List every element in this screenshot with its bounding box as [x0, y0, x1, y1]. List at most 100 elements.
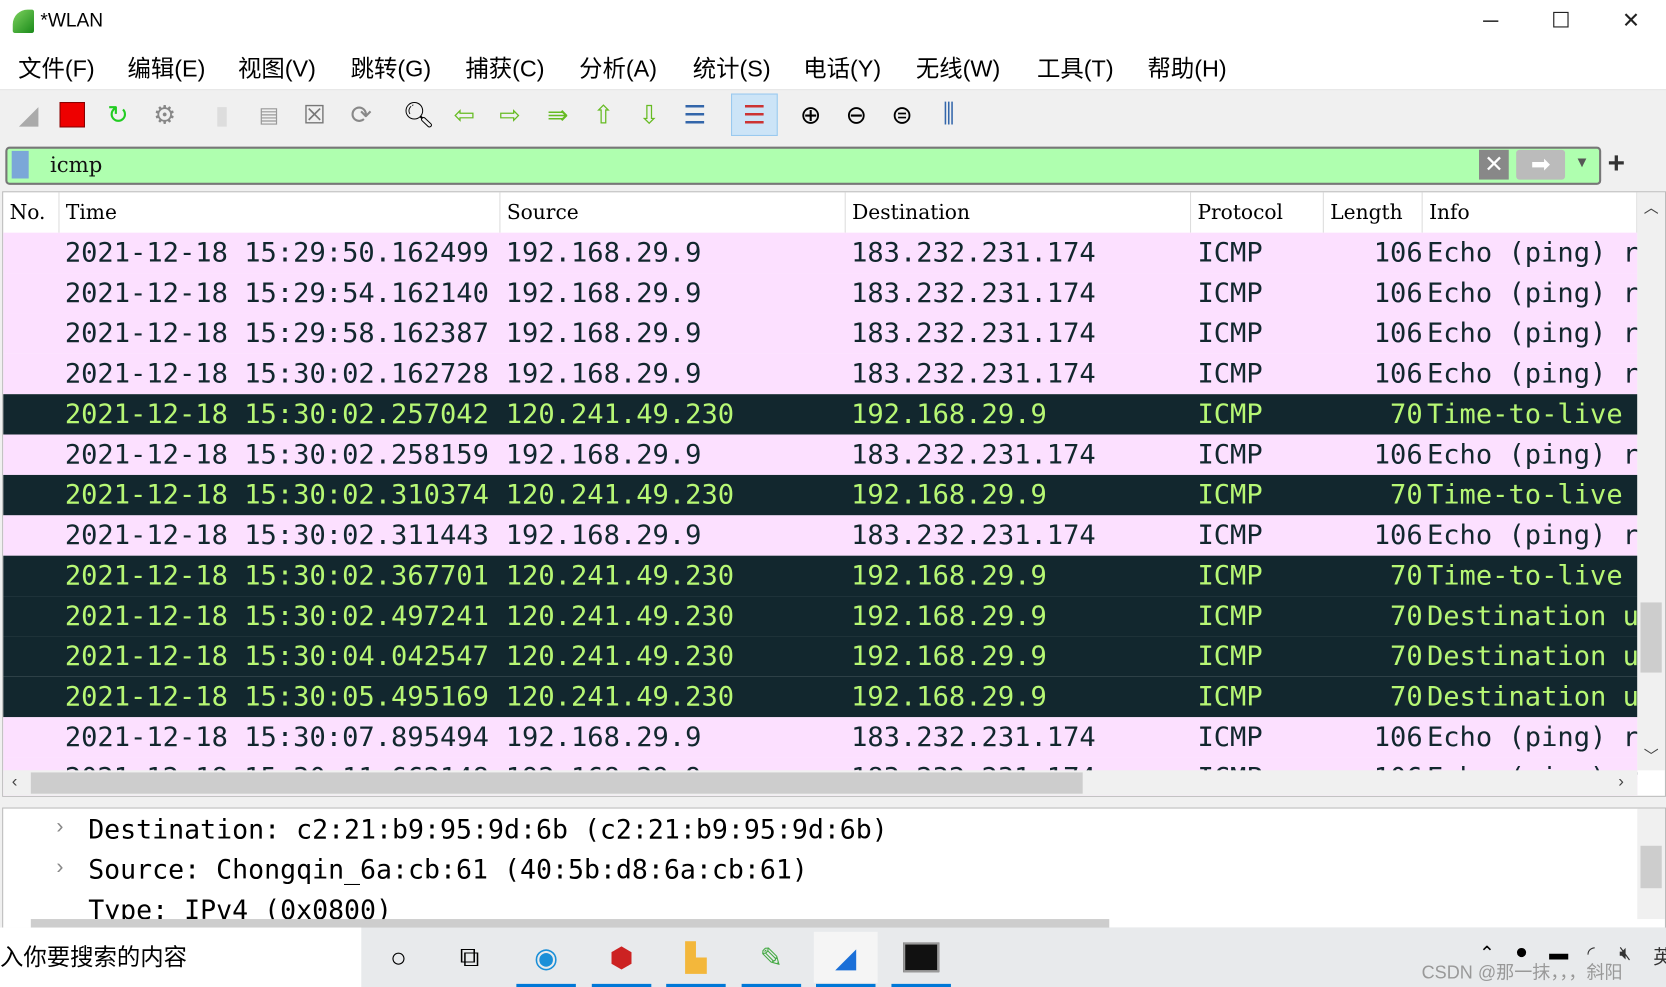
column-header-protocol[interactable]: Protocol — [1191, 192, 1324, 233]
game-app-icon[interactable]: ⬢ — [590, 936, 654, 987]
open-file-icon[interactable]: ▮ — [204, 97, 240, 133]
packet-row[interactable]: 2021-12-18 15:30:02.258159 192.168.29.9 18… — [3, 434, 1638, 475]
volume-muted-icon[interactable]: 🔇︎ — [1619, 942, 1631, 964]
packet-row[interactable]: 2021-12-18 15:29:58.162387 192.168.29.9 18… — [3, 313, 1638, 354]
zoom-out-icon[interactable]: ⊖ — [838, 97, 874, 133]
menu-file[interactable]: 文件(F) — [18, 50, 95, 84]
wifi-icon[interactable]: ◜ — [1587, 942, 1594, 964]
column-header-time[interactable]: Time — [60, 192, 501, 233]
auto-scroll-icon[interactable]: ☰ — [677, 97, 713, 133]
filter-dropdown-icon[interactable]: ▼ — [1575, 153, 1590, 170]
packet-list-horizontal-scrollbar[interactable]: ‹ › — [3, 770, 1638, 796]
packet-row[interactable]: 2021-12-18 15:30:02.257042 120.241.49.230… — [3, 394, 1638, 435]
detail-line[interactable]: Destination: c2:21:b9:95:9d:6b (c2:21:b9… — [88, 814, 888, 845]
stop-capture-icon[interactable] — [54, 97, 90, 133]
column-header-info[interactable]: Info — [1423, 192, 1638, 233]
packet-row[interactable]: 2021-12-18 15:30:04.042547 120.241.49.230… — [3, 636, 1638, 677]
terminal-icon[interactable] — [889, 936, 953, 987]
zoom-in-icon[interactable]: ⊕ — [793, 97, 829, 133]
scroll-left-icon[interactable]: ‹ — [12, 772, 18, 791]
restart-capture-icon[interactable]: ↻ — [100, 97, 136, 133]
packet-len-cell: 106 — [1373, 438, 1423, 471]
last-packet-icon[interactable]: ⇩ — [631, 97, 667, 133]
file-binary-icon[interactable]: ▤ — [251, 97, 287, 133]
display-filter-input[interactable]: icmp ✕ ➡ ▼ — [5, 146, 1602, 185]
packet-row[interactable]: 2021-12-18 15:30:02.311443 192.168.29.9 18… — [3, 515, 1638, 556]
packet-row[interactable]: 2021-12-18 15:30:05.495169 120.241.49.230… — [3, 676, 1638, 718]
menu-help[interactable]: 帮助(H) — [1148, 50, 1227, 84]
details-vertical-scrollbar[interactable] — [1637, 808, 1665, 920]
capture-options-gear-icon[interactable]: ⚙ — [147, 97, 183, 133]
maximize-button[interactable]: ☐ — [1526, 4, 1596, 38]
packet-len-cell: 106 — [1373, 519, 1423, 552]
find-packet-magnifier-icon[interactable]: 🔍︎ — [401, 97, 437, 133]
expand-arrow-icon[interactable]: › — [56, 855, 63, 879]
column-header-destination[interactable]: Destination — [846, 192, 1192, 233]
go-forward-arrow-icon[interactable]: ⇨ — [492, 97, 528, 133]
show-hidden-icons-chevron-icon[interactable]: ⌃ — [1479, 942, 1495, 964]
menu-go[interactable]: 跳转(G) — [351, 50, 432, 84]
details-horizontal-scrollbar[interactable] — [30, 919, 1110, 928]
wireshark-window: *WLAN ─ ☐ ✕ 文件(F) 编辑(E) 视图(V) 跳转(G) 捕获(C… — [0, 0, 1666, 987]
taskbar-search-input[interactable]: 入你要搜索的内容 — [0, 927, 362, 987]
cortana-circle-icon[interactable]: ○ — [367, 936, 431, 979]
battery-icon[interactable]: ▬ — [1549, 942, 1568, 964]
menu-tools[interactable]: 工具(T) — [1037, 50, 1114, 84]
packet-list: No. Time Source Destination Protocol Len… — [2, 191, 1666, 797]
minimize-button[interactable]: ─ — [1456, 4, 1526, 38]
column-header-source[interactable]: Source — [500, 192, 846, 233]
packet-row[interactable]: 2021-12-18 15:29:54.162140 192.168.29.9 18… — [3, 273, 1638, 314]
reload-file-icon[interactable]: ⟳ — [343, 97, 379, 133]
apply-filter-icon[interactable]: ➡ — [1516, 149, 1566, 180]
hscrollbar-thumb[interactable] — [30, 772, 1083, 794]
notepad-app-icon[interactable]: ✎ — [740, 936, 804, 987]
scrollbar-thumb[interactable] — [1640, 845, 1662, 889]
packet-row[interactable]: 2021-12-18 15:29:50.162499 192.168.29.9 18… — [3, 232, 1638, 274]
task-view-icon[interactable]: ⧉ — [438, 936, 502, 979]
add-filter-button[interactable]: + — [1608, 147, 1625, 181]
clear-filter-icon[interactable]: ✕ — [1479, 149, 1509, 180]
title-bar: *WLAN ─ ☐ ✕ — [0, 0, 1666, 43]
qq-penguin-icon[interactable]: ● — [1515, 940, 1528, 964]
scroll-down-icon[interactable]: ﹀ — [1644, 745, 1659, 766]
detail-line[interactable]: Source: Chongqin_6a:cb:61 (40:5b:d8:6a:c… — [88, 854, 808, 885]
menu-telephony[interactable]: 电话(Y) — [803, 50, 881, 84]
expand-arrow-icon[interactable]: › — [56, 815, 63, 839]
packet-row[interactable]: 2021-12-18 15:30:02.162728 192.168.29.9 18… — [3, 353, 1638, 395]
menu-statistics[interactable]: 统计(S) — [693, 50, 771, 84]
packet-row[interactable]: 2021-12-18 15:30:02.310374 120.241.49.230… — [3, 474, 1638, 516]
close-button[interactable]: ✕ — [1596, 4, 1666, 38]
filter-text[interactable]: icmp — [50, 152, 102, 178]
zoom-normal-icon[interactable]: ⊜ — [884, 97, 920, 133]
first-packet-icon[interactable]: ⇧ — [585, 97, 621, 133]
scroll-right-icon[interactable]: › — [1618, 772, 1624, 791]
scroll-up-icon[interactable]: ︿ — [1644, 197, 1659, 218]
go-back-arrow-icon[interactable]: ⇦ — [446, 97, 482, 133]
edge-browser-icon[interactable]: ◉ — [514, 936, 578, 987]
column-header-length[interactable]: Length — [1324, 192, 1423, 233]
packet-row[interactable]: 2021-12-18 15:30:07.895494 192.168.29.9 18… — [3, 717, 1638, 758]
packet-list-vertical-scrollbar[interactable]: ︿ ﹀ — [1637, 192, 1665, 771]
menu-edit[interactable]: 编辑(E) — [128, 50, 206, 84]
menu-wireless[interactable]: 无线(W) — [916, 50, 1000, 84]
scrollbar-thumb[interactable] — [1640, 602, 1662, 673]
start-capture-icon[interactable]: ◢ — [11, 97, 47, 133]
go-to-packet-icon[interactable]: ⇛ — [540, 97, 576, 133]
file-explorer-folder-icon[interactable]: ▙ — [664, 936, 728, 987]
ime-indicator[interactable]: 英 — [1653, 942, 1666, 970]
wireshark-taskbar-icon[interactable]: ◢ — [813, 931, 878, 987]
packet-src-cell: 192.168.29.9 — [505, 438, 702, 471]
packet-row[interactable]: 2021-12-18 15:30:02.497241 120.241.49.230… — [3, 596, 1638, 637]
colorize-icon[interactable]: ☰ — [731, 93, 778, 136]
bookmark-icon[interactable] — [11, 150, 29, 179]
menu-analyze[interactable]: 分析(A) — [579, 50, 657, 84]
resize-columns-icon[interactable]: ⫼ — [931, 97, 967, 133]
packet-time-cell: 2021-12-18 15:29:58.162387 — [64, 317, 489, 350]
packet-row[interactable]: 2021-12-18 15:30:02.367701 120.241.49.230… — [3, 555, 1638, 597]
column-header-no[interactable]: No. — [3, 192, 60, 233]
packet-proto-cell: ICMP — [1197, 640, 1263, 673]
menu-capture[interactable]: 捕获(C) — [465, 50, 544, 84]
menu-view[interactable]: 视图(V) — [238, 50, 316, 84]
packet-time-cell: 2021-12-18 15:30:02.311443 — [64, 519, 489, 552]
close-file-icon[interactable]: ☒ — [296, 97, 332, 133]
